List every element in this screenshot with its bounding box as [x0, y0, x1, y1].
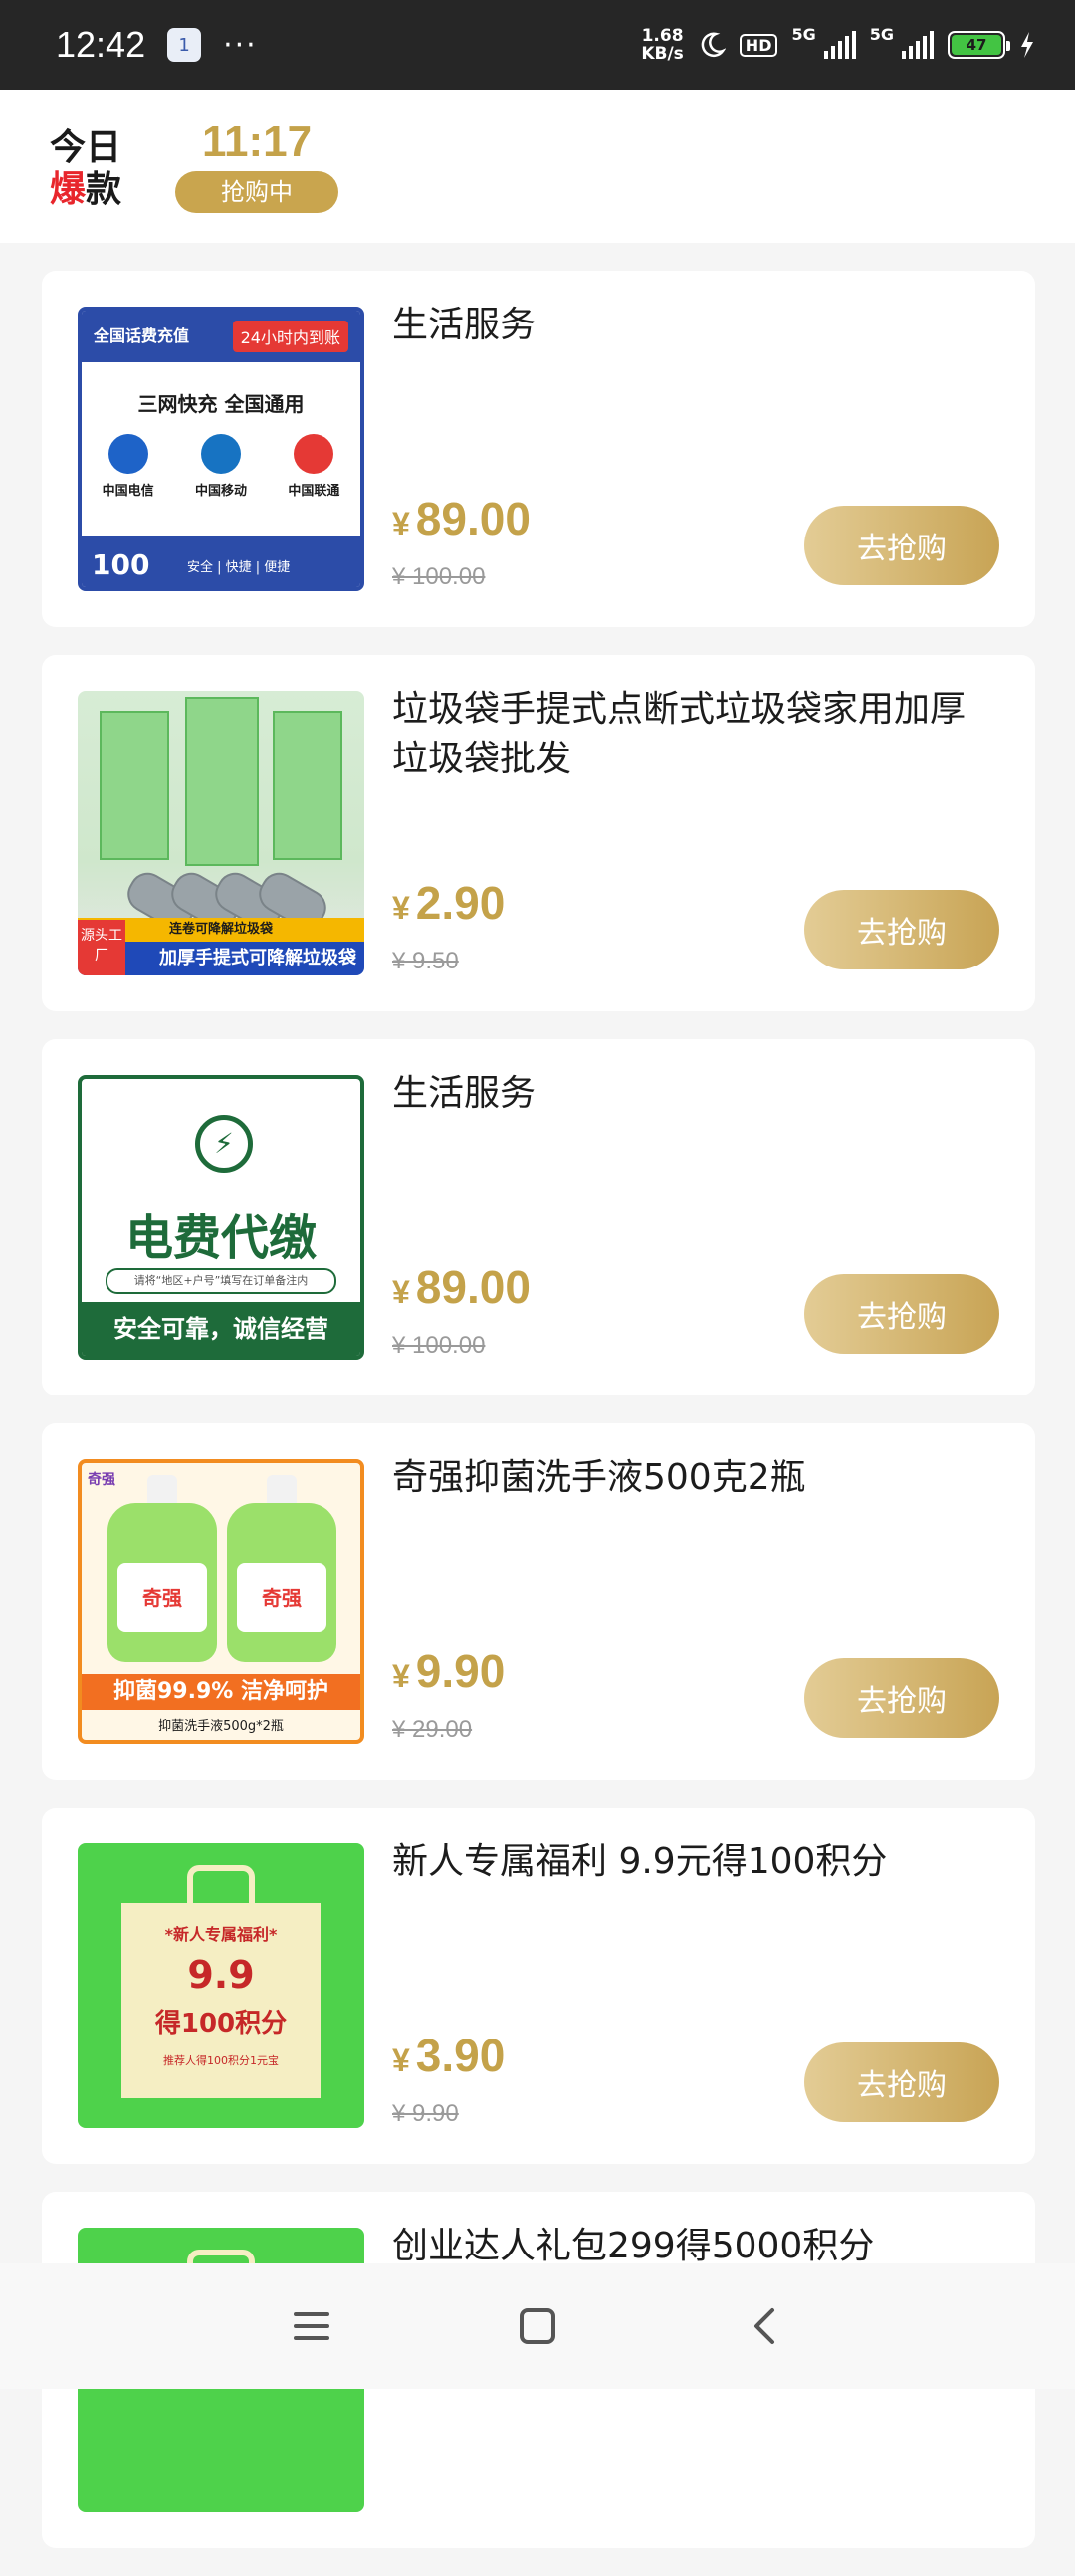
- currency-symbol: ¥: [392, 506, 410, 541]
- logo-hot-char: 爆: [50, 169, 87, 210]
- product-price: ¥3.90: [392, 2029, 505, 2082]
- product-image-electricity-payment: ⚡ 电费代缴 请将“地区+户号”填写在订单备注内 安全可靠，诚信经营: [78, 1075, 364, 1360]
- flash-sale-time: 11:17: [201, 117, 313, 166]
- product-card[interactable]: 连卷可降解垃圾袋 加厚手提式可降解垃圾袋 源头工厂 垃圾袋手提式点断式垃圾袋家用…: [42, 655, 1035, 1011]
- buy-now-button[interactable]: 去抢购: [804, 2042, 999, 2122]
- thumb-text: 源头工厂: [78, 920, 125, 975]
- original-price: ¥ 100.00: [392, 1332, 486, 1359]
- header: 今日 爆 款 11:17 抢购中: [0, 90, 1075, 243]
- notification-app-icon: 1: [167, 28, 202, 62]
- original-price: ¥ 9.90: [392, 2100, 459, 2127]
- currency-symbol: ¥: [392, 1658, 410, 1694]
- buy-now-button[interactable]: 去抢购: [804, 890, 999, 969]
- product-image-new-user-gift: *新人专属福利* 9.9 得100积分 推荐人得100积分1元宝: [78, 1843, 364, 2128]
- charging-icon: [1021, 32, 1033, 58]
- thumb-text: 三网快充 全国通用: [137, 392, 305, 416]
- back-chevron-icon: [753, 2308, 774, 2344]
- thumb-text: 安全 | 快捷 | 便捷: [187, 560, 291, 575]
- network-type-1: 5G: [791, 25, 816, 44]
- buy-now-button[interactable]: 去抢购: [804, 1658, 999, 1738]
- moon-icon: [701, 32, 726, 58]
- original-price: ¥ 29.00: [392, 1716, 473, 1743]
- today-hot-logo: 今日 爆 款: [50, 127, 129, 211]
- product-price: ¥9.90: [392, 1644, 505, 1698]
- product-card[interactable]: 全国话费充值 24小时内到账 三网快充 全国通用 中国电信 中国移动 中国联通 …: [42, 271, 1035, 627]
- price-value: 9.90: [415, 1645, 506, 1697]
- thumb-text: 推荐人得100积分1元宝: [163, 2054, 279, 2067]
- shopping-bag-icon: *新人专属福利* 9.9 得100积分 推荐人得100积分1元宝: [121, 1903, 321, 2098]
- china-telecom-logo: 中国电信: [103, 434, 154, 499]
- network-speed-value: 1.68: [641, 26, 684, 46]
- buy-now-button[interactable]: 去抢购: [804, 1274, 999, 1354]
- thumb-text: 奇强: [88, 1472, 115, 1488]
- battery-icon: 47: [948, 31, 1010, 59]
- thumb-text: *新人专属福利*: [164, 1925, 278, 1944]
- thumb-text: 抑菌99.9% 洁净呵护: [82, 1674, 360, 1710]
- price-value: 89.00: [415, 493, 531, 544]
- home-button[interactable]: [498, 2286, 577, 2366]
- thumb-text: 电费代缴: [124, 1210, 317, 1266]
- product-title: 奇强抑菌洗手液500克2瓶: [392, 1457, 806, 1498]
- product-price: ¥89.00: [392, 492, 531, 545]
- product-price: ¥89.00: [392, 1260, 531, 1314]
- thumb-text: 9.9: [187, 1953, 255, 1997]
- thumb-text: 全国话费充值: [94, 326, 190, 345]
- product-image-garbage-bags: 连卷可降解垃圾袋 加厚手提式可降解垃圾袋 源头工厂: [78, 691, 364, 975]
- signal-icon-2: [902, 31, 934, 59]
- product-image-hand-soap: 奇强 奇强 奇强 抑菌99.9% 洁净呵护 抑菌洗手液500g*2瓶: [78, 1459, 364, 1744]
- signal-icon-1: [823, 31, 856, 59]
- thumb-text: 100: [92, 548, 150, 581]
- thumb-text: 得100积分: [154, 2009, 288, 2039]
- lightning-bulb-icon: ⚡: [195, 1115, 253, 1173]
- china-unicom-logo: 中国联通: [288, 434, 339, 499]
- product-price: ¥2.90: [392, 876, 505, 930]
- thumb-text: 奇强: [237, 1563, 326, 1632]
- product-title: 垃圾袋手提式点断式垃圾袋家用加厚垃圾袋批发: [392, 689, 967, 779]
- menu-button[interactable]: [272, 2286, 351, 2366]
- product-card[interactable]: *新人专属福利* 9.9 得100积分 推荐人得100积分1元宝 新人专属福利 …: [42, 1808, 1035, 2164]
- thumb-text: 抑菌洗手液500g*2瓶: [158, 1719, 284, 1734]
- network-type-2: 5G: [869, 25, 894, 44]
- more-notifications-icon: ···: [223, 27, 258, 63]
- price-value: 3.90: [415, 2030, 506, 2081]
- product-image-phone-recharge: 全国话费充值 24小时内到账 三网快充 全国通用 中国电信 中国移动 中国联通 …: [78, 307, 364, 591]
- currency-symbol: ¥: [392, 1274, 410, 1310]
- currency-symbol: ¥: [392, 2042, 410, 2078]
- product-list: 全国话费充值 24小时内到账 三网快充 全国通用 中国电信 中国移动 中国联通 …: [42, 271, 1035, 2576]
- system-nav-bar: [0, 2263, 1075, 2389]
- home-square-icon: [519, 2308, 555, 2344]
- flash-sale-status: 抢购中: [175, 171, 338, 213]
- status-bar: 12:42 1 ··· 1.68 KB/s HD 5G 5G 47: [0, 0, 1075, 90]
- logo-line2-rest: 款: [86, 169, 122, 210]
- flash-sale-slot[interactable]: 11:17 抢购中: [175, 117, 338, 213]
- price-value: 89.00: [415, 1261, 531, 1313]
- thumb-text: 24小时内到账: [232, 321, 348, 352]
- product-title: 新人专属福利 9.9元得100积分: [392, 1841, 888, 1882]
- product-card[interactable]: 奇强 奇强 奇强 抑菌99.9% 洁净呵护 抑菌洗手液500g*2瓶 奇强抑菌洗…: [42, 1423, 1035, 1780]
- original-price: ¥ 100.00: [392, 563, 486, 590]
- menu-icon: [294, 2312, 330, 2340]
- hd-voice-icon: HD: [739, 33, 778, 57]
- currency-symbol: ¥: [392, 890, 410, 926]
- clock: 12:42: [56, 24, 146, 65]
- buy-now-button[interactable]: 去抢购: [804, 506, 999, 585]
- china-mobile-logo: 中国移动: [195, 434, 247, 499]
- logo-line1: 今日: [50, 127, 122, 168]
- product-title: 生活服务: [392, 305, 537, 345]
- network-speed: 1.68 KB/s: [641, 27, 683, 63]
- original-price: ¥ 9.50: [392, 948, 459, 974]
- back-button[interactable]: [724, 2286, 803, 2366]
- product-card[interactable]: ⚡ 电费代缴 请将“地区+户号”填写在订单备注内 安全可靠，诚信经营 生活服务 …: [42, 1039, 1035, 1395]
- product-title: 生活服务: [392, 1073, 537, 1114]
- thumb-text: 安全可靠，诚信经营: [82, 1302, 360, 1356]
- thumb-text: 请将“地区+户号”填写在订单备注内: [106, 1268, 336, 1294]
- battery-level: 47: [952, 35, 1001, 55]
- network-speed-unit: KB/s: [641, 44, 684, 64]
- price-value: 2.90: [415, 877, 506, 929]
- thumb-text: 奇强: [117, 1563, 207, 1632]
